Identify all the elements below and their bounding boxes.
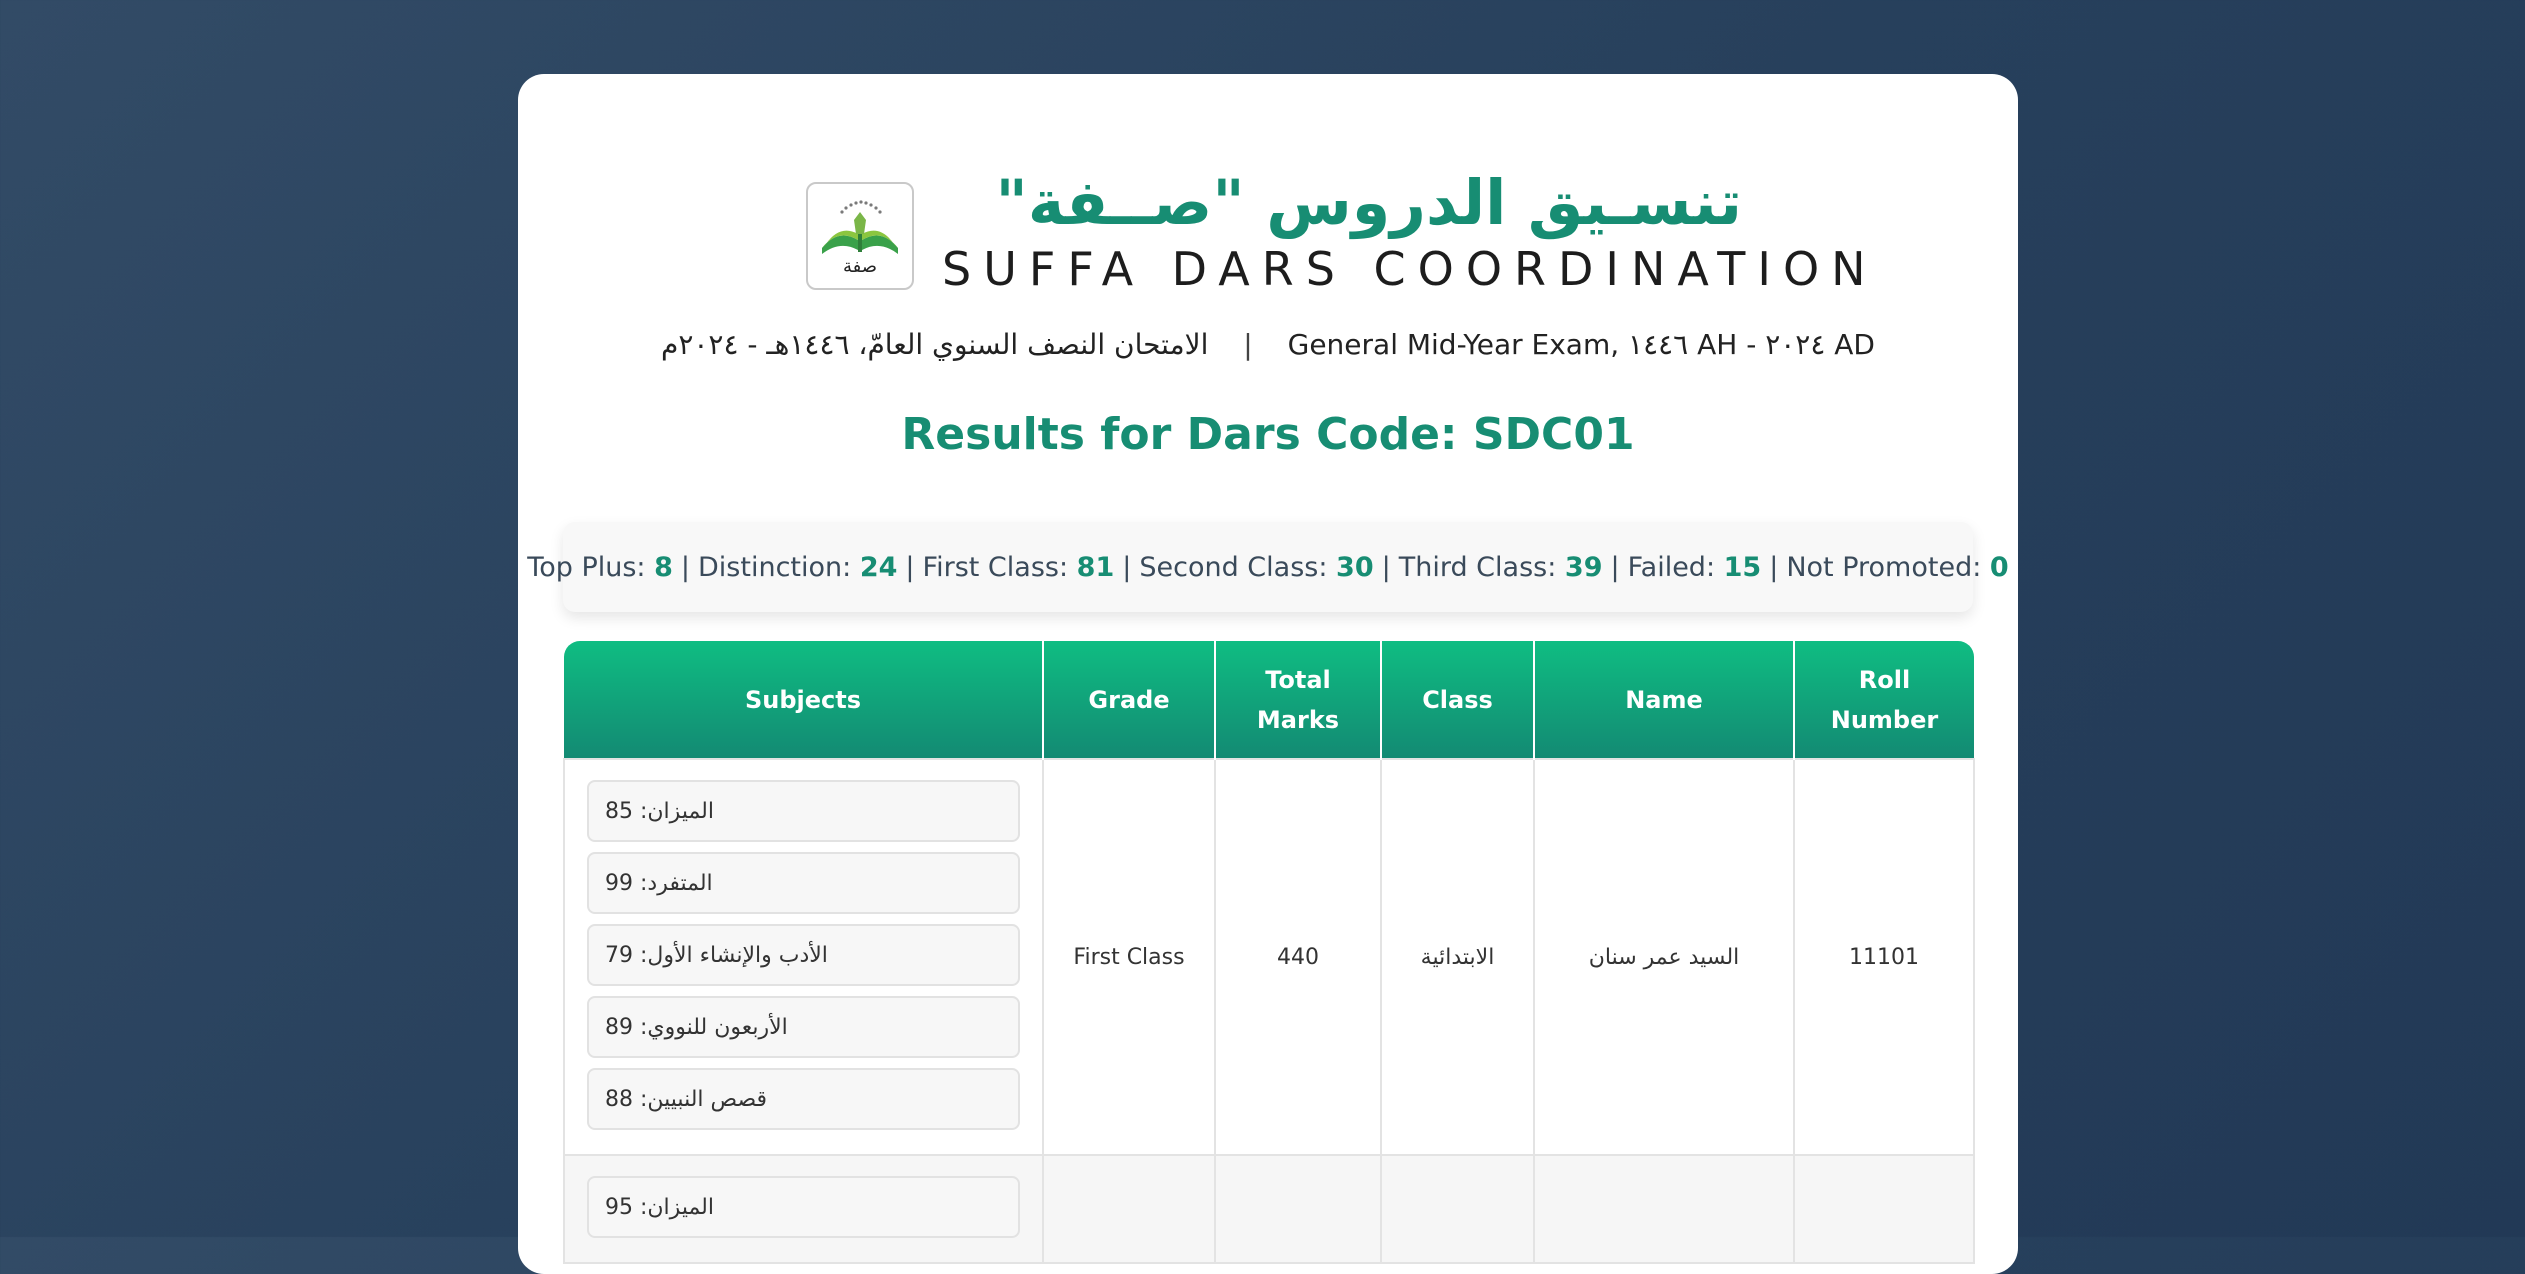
results-card: صفة تنسـيق الدروس "صــفة" SUFFA DARS COO… <box>518 74 2018 1274</box>
exam-info: الامتحان النصف السنوي العامّ، ١٤٤٦هـ - ٢… <box>518 328 2018 361</box>
header-roll-number[interactable]: Roll Number <box>1794 641 1974 759</box>
third-class-label: Third Class: <box>1398 551 1557 583</box>
header-total-marks[interactable]: Total Marks <box>1215 641 1382 759</box>
first-class-label: First Class: <box>922 551 1069 583</box>
distinction-count: 24 <box>859 551 898 583</box>
results-table: Subjects Grade Total Marks Class Name Ro… <box>563 641 1975 1264</box>
header-grade[interactable]: Grade <box>1043 641 1216 759</box>
grade-cell <box>1042 1154 1216 1264</box>
subjects-cell: الميزان: 85 المتفرد: 99 الأدب والإنشاء ا… <box>563 758 1044 1156</box>
subject-item: الميزان: 85 <box>587 780 1020 842</box>
second-class-count: 30 <box>1336 551 1374 583</box>
distinction-label: Distinction: <box>698 551 852 583</box>
english-title: SUFFA DARS COORDINATION <box>942 242 1878 296</box>
subject-item: الأدب والإنشاء الأول: 79 <box>587 924 1020 986</box>
header-class[interactable]: Class <box>1381 641 1535 759</box>
class-cell: الابتدائية <box>1380 758 1535 1156</box>
class-cell <box>1380 1154 1535 1264</box>
roll-number-cell <box>1793 1154 1975 1264</box>
header-name[interactable]: Name <box>1534 641 1795 759</box>
table-row: الميزان: 85 المتفرد: 99 الأدب والإنشاء ا… <box>563 758 1975 1156</box>
table-header-row: Subjects Grade Total Marks Class Name Ro… <box>564 641 1974 759</box>
exam-arabic: الامتحان النصف السنوي العامّ، ١٤٤٦هـ - ٢… <box>661 328 1209 361</box>
subjects-cell: الميزان: 95 <box>563 1154 1044 1264</box>
summary-bar: Top Plus: 8 | Distinction: 24 | First Cl… <box>527 522 2009 612</box>
total-marks-cell <box>1214 1154 1382 1264</box>
not-promoted-count: 0 <box>1989 551 2009 583</box>
grade-cell: First Class <box>1042 758 1216 1156</box>
subject-item: المتفرد: 99 <box>587 852 1020 914</box>
exam-english: General Mid-Year Exam, ١٤٤٦ AH - ٢٠٢٤ AD <box>1287 328 1875 361</box>
not-promoted-label: Not Promoted: <box>1786 551 1982 583</box>
arabic-title: تنسـيق الدروس "صــفة" <box>995 166 1742 239</box>
name-cell <box>1533 1154 1795 1264</box>
failed-count: 15 <box>1723 551 1762 583</box>
results-title: Results for Dars Code: SDC01 <box>901 409 1635 460</box>
suffa-logo: صفة <box>806 182 914 290</box>
third-class-count: 39 <box>1564 551 1603 583</box>
top-plus-label: Top Plus: <box>527 551 646 583</box>
roll-number-cell: 11101 <box>1793 758 1975 1156</box>
header-subjects[interactable]: Subjects <box>564 641 1044 759</box>
table-row: الميزان: 95 <box>563 1154 1975 1264</box>
subject-item: الأربعون للنووي: 89 <box>587 996 1020 1058</box>
subject-item: قصص النبيين: 88 <box>587 1068 1020 1130</box>
logo-text: صفة <box>842 256 878 277</box>
subject-item: الميزان: 95 <box>587 1176 1020 1238</box>
first-class-count: 81 <box>1076 551 1115 583</box>
name-cell: السيد عمر سنان <box>1533 758 1795 1156</box>
exam-separator: | <box>1243 328 1253 361</box>
top-plus-count: 8 <box>654 551 673 583</box>
failed-label: Failed: <box>1627 551 1716 583</box>
total-marks-cell: 440 <box>1214 758 1382 1156</box>
second-class-label: Second Class: <box>1139 551 1328 583</box>
